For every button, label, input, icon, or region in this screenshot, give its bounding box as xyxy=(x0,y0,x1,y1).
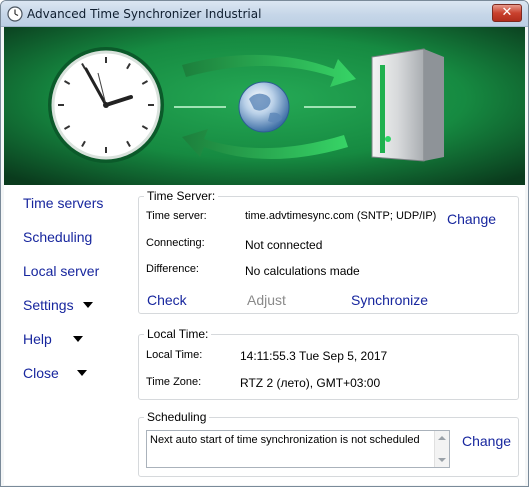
synchronize-button[interactable]: Synchronize xyxy=(351,292,428,308)
time-server-value: time.advtimesync.com (SNTP; UDP/IP) xyxy=(245,210,437,222)
close-icon: ✕ xyxy=(501,5,513,20)
sidebar-item-scheduling[interactable]: Scheduling xyxy=(23,229,92,245)
scroll-down-icon[interactable] xyxy=(438,458,446,462)
dropdown-triangle-icon[interactable] xyxy=(77,370,87,376)
difference-label: Difference: xyxy=(146,263,199,275)
close-button[interactable]: ✕ xyxy=(492,4,522,22)
sidebar-item-close[interactable]: Close xyxy=(23,365,59,381)
local-time-label: Local Time: xyxy=(146,349,203,361)
app-clock-icon xyxy=(7,6,23,22)
schedule-textbox[interactable]: Next auto start of time synchronization … xyxy=(146,430,450,468)
dropdown-triangle-icon[interactable] xyxy=(73,336,83,342)
time-server-group-title: Time Server: xyxy=(144,189,219,203)
globe-icon xyxy=(238,81,290,133)
wall-clock-icon xyxy=(48,47,164,163)
banner-graphic xyxy=(4,27,525,185)
time-zone-label: Time Zone: xyxy=(146,376,202,388)
change-schedule-link[interactable]: Change xyxy=(462,433,511,449)
local-time-value: 14:11:55.3 Tue Sep 5, 2017 xyxy=(240,349,388,363)
sidebar-item-time-servers[interactable]: Time servers xyxy=(23,195,103,211)
scheduling-group-title: Scheduling xyxy=(144,410,210,424)
time-zone-value: RTZ 2 (лето), GMT+03:00 xyxy=(240,376,381,390)
sidebar-item-settings[interactable]: Settings xyxy=(23,297,74,313)
title-bar[interactable]: Advanced Time Synchronizer Industrial ✕ xyxy=(1,1,528,27)
adjust-button[interactable]: Adjust xyxy=(247,292,286,308)
time-server-group: Time Server: Time server: time.advtimesy… xyxy=(138,189,519,314)
dropdown-triangle-icon[interactable] xyxy=(83,302,93,308)
window-title: Advanced Time Synchronizer Industrial xyxy=(27,7,262,21)
change-time-server-link[interactable]: Change xyxy=(447,211,496,227)
connecting-value: Not connected xyxy=(245,238,323,252)
vertical-scrollbar[interactable] xyxy=(434,431,449,467)
difference-value: No calculations made xyxy=(245,264,360,278)
local-time-group-title: Local Time: xyxy=(144,327,212,341)
server-icon xyxy=(371,48,444,162)
content-area: Time servers Scheduling Local server Set… xyxy=(4,185,525,485)
schedule-text: Next auto start of time synchronization … xyxy=(150,434,420,446)
scheduling-group: Scheduling Next auto start of time synch… xyxy=(138,410,519,477)
time-server-label: Time server: xyxy=(146,210,207,222)
local-time-group: Local Time: Local Time: 14:11:55.3 Tue S… xyxy=(138,327,519,400)
sidebar-item-local-server[interactable]: Local server xyxy=(23,263,99,279)
check-button[interactable]: Check xyxy=(147,292,187,308)
scroll-up-icon[interactable] xyxy=(438,436,446,440)
app-window: Advanced Time Synchronizer Industrial ✕ xyxy=(0,0,529,487)
connecting-label: Connecting: xyxy=(146,237,205,249)
sidebar-item-help[interactable]: Help xyxy=(23,331,52,347)
